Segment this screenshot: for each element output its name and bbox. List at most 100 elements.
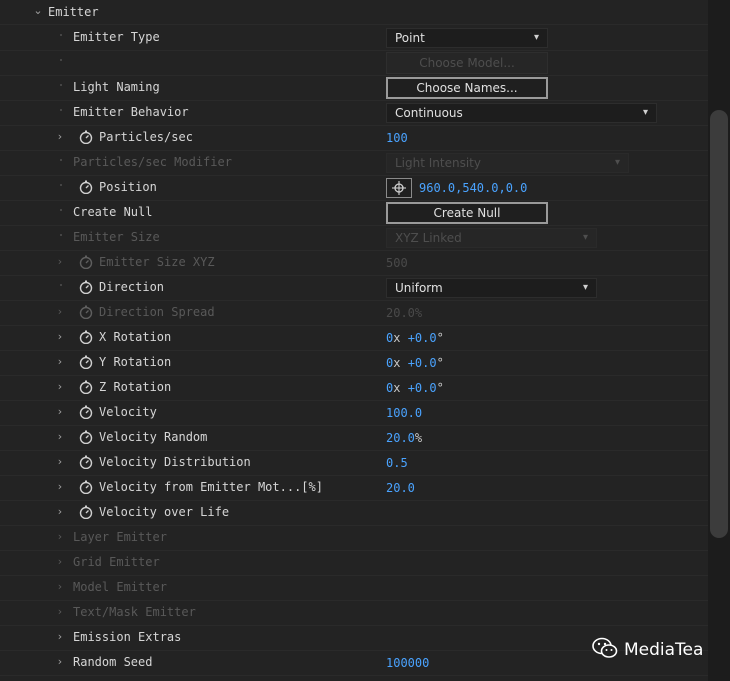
row-dot (60, 234, 62, 236)
chevron-right-icon[interactable]: › (54, 131, 66, 143)
choose-names-button[interactable]: Choose Names... (386, 77, 548, 99)
random-seed-value[interactable]: 100000 (386, 656, 429, 670)
velocity-value[interactable]: 100.0 (386, 406, 422, 420)
stopwatch-icon[interactable] (79, 380, 93, 395)
velocity-from-emitter-motion-value[interactable]: 20.0 (386, 481, 415, 495)
x-separator: x (393, 331, 401, 345)
dropdown-value: Uniform (395, 281, 443, 295)
chevron-down-icon: ▾ (642, 107, 648, 118)
chevron-right-icon[interactable]: › (54, 256, 66, 268)
stopwatch-icon[interactable] (79, 130, 93, 145)
row-direction: Direction Uniform ▾ (0, 276, 708, 301)
z-rotation-value[interactable]: 0x +0.0° (386, 381, 444, 395)
label-y-rotation: Y Rotation (99, 355, 172, 369)
row-particles-sec: › Particles/sec 100 (0, 126, 708, 151)
velocity-random-value[interactable]: 20.0% (386, 431, 422, 445)
direction-spread-value: 20.0% (386, 306, 422, 320)
label-velocity-over-life: Velocity over Life (99, 505, 230, 519)
velocity-distribution-value[interactable]: 0.5 (386, 456, 408, 470)
value-unit: % (414, 431, 423, 445)
label-velocity-from-emitter-motion: Velocity from Emitter Mot...[%] (99, 480, 323, 494)
scrollbar-thumb[interactable] (710, 110, 728, 538)
x-separator: x (393, 356, 401, 370)
stopwatch-icon[interactable] (79, 180, 93, 195)
chevron-right-icon[interactable]: › (54, 631, 66, 643)
chevron-right-icon[interactable]: › (54, 431, 66, 443)
stopwatch-icon[interactable] (79, 280, 93, 295)
stopwatch-icon[interactable] (79, 405, 93, 420)
emitter-behavior-dropdown[interactable]: Continuous ▾ (386, 103, 657, 123)
row-choose-model: Choose Model... (0, 51, 708, 76)
chevron-right-icon[interactable]: › (54, 506, 66, 518)
row-text-mask-emitter[interactable]: › Text/Mask Emitter (0, 601, 708, 626)
label-particles-sec-modifier: Particles/sec Modifier (73, 155, 232, 169)
section-header-emitter[interactable]: ⌄ Emitter (0, 0, 708, 25)
chevron-down-icon[interactable]: ⌄ (32, 5, 44, 17)
stopwatch-icon (79, 255, 93, 270)
x-rotation-value[interactable]: 0x +0.0° (386, 331, 444, 345)
wechat-icon (592, 637, 618, 664)
label-z-rotation: Z Rotation (99, 380, 172, 394)
row-dot (60, 184, 62, 186)
value-number: 20.0 (386, 306, 415, 320)
choose-model-button[interactable]: Choose Model... (386, 52, 548, 74)
chevron-right-icon[interactable]: › (54, 656, 66, 668)
row-model-emitter[interactable]: › Model Emitter (0, 576, 708, 601)
chevron-down-icon: ▾ (533, 32, 539, 43)
degrees[interactable]: +0.0 (408, 356, 437, 370)
row-dot (60, 209, 62, 211)
y-rotation-value[interactable]: 0x +0.0° (386, 356, 444, 370)
chevron-right-icon[interactable]: › (54, 306, 66, 318)
row-grid-emitter[interactable]: › Grid Emitter (0, 551, 708, 576)
stopwatch-icon[interactable] (79, 330, 93, 345)
particles-sec-modifier-dropdown[interactable]: Light Intensity ▾ (386, 153, 629, 173)
crosshair-target-icon[interactable] (386, 178, 412, 198)
row-light-naming: Light Naming Choose Names... (0, 76, 708, 101)
create-null-button[interactable]: Create Null (386, 202, 548, 224)
stopwatch-icon[interactable] (79, 430, 93, 445)
row-layer-emitter[interactable]: › Layer Emitter (0, 526, 708, 551)
chevron-right-icon[interactable]: › (54, 381, 66, 393)
label-velocity: Velocity (99, 405, 157, 419)
stopwatch-icon[interactable] (79, 455, 93, 470)
row-particles-sec-modifier: Particles/sec Modifier Light Intensity ▾ (0, 151, 708, 176)
emitter-size-dropdown[interactable]: XYZ Linked ▾ (386, 228, 597, 248)
label-velocity-random: Velocity Random (99, 430, 208, 444)
chevron-right-icon[interactable]: › (54, 456, 66, 468)
value-unit: % (414, 306, 423, 320)
row-dot (60, 284, 62, 286)
value-number[interactable]: 20.0 (386, 431, 415, 445)
chevron-right-icon[interactable]: › (54, 331, 66, 343)
watermark-text: MediaTea (624, 640, 704, 660)
chevron-right-icon[interactable]: › (54, 606, 66, 618)
particles-sec-value[interactable]: 100 (386, 131, 408, 145)
row-dot (60, 159, 62, 161)
position-value[interactable]: 960.0,540.0,0.0 (419, 181, 527, 195)
row-velocity-distribution: › Velocity Distribution 0.5 (0, 451, 708, 476)
degrees[interactable]: +0.0 (408, 331, 437, 345)
label-text-mask-emitter: Text/Mask Emitter (73, 605, 196, 619)
vertical-scrollbar[interactable] (708, 0, 730, 681)
row-velocity-over-life: › Velocity over Life (0, 501, 708, 526)
degree-unit: ° (436, 381, 444, 395)
chevron-right-icon[interactable]: › (54, 356, 66, 368)
direction-dropdown[interactable]: Uniform ▾ (386, 278, 597, 298)
stopwatch-icon[interactable] (79, 505, 93, 520)
row-emitter-size-xyz: › Emitter Size XYZ 500 (0, 251, 708, 276)
stopwatch-icon[interactable] (79, 355, 93, 370)
label-grid-emitter: Grid Emitter (73, 555, 160, 569)
label-layer-emitter: Layer Emitter (73, 530, 167, 544)
degrees[interactable]: +0.0 (408, 381, 437, 395)
label-create-null: Create Null (73, 205, 153, 219)
emitter-type-dropdown[interactable]: Point ▾ (386, 28, 548, 48)
stopwatch-icon (79, 305, 93, 320)
chevron-right-icon[interactable]: › (54, 556, 66, 568)
row-z-rotation: › Z Rotation 0x +0.0° (0, 376, 708, 401)
chevron-right-icon[interactable]: › (54, 531, 66, 543)
chevron-right-icon[interactable]: › (54, 581, 66, 593)
dropdown-value: Point (395, 31, 425, 45)
chevron-right-icon[interactable]: › (54, 406, 66, 418)
stopwatch-icon[interactable] (79, 480, 93, 495)
row-create-null: Create Null Create Null (0, 201, 708, 226)
chevron-right-icon[interactable]: › (54, 481, 66, 493)
